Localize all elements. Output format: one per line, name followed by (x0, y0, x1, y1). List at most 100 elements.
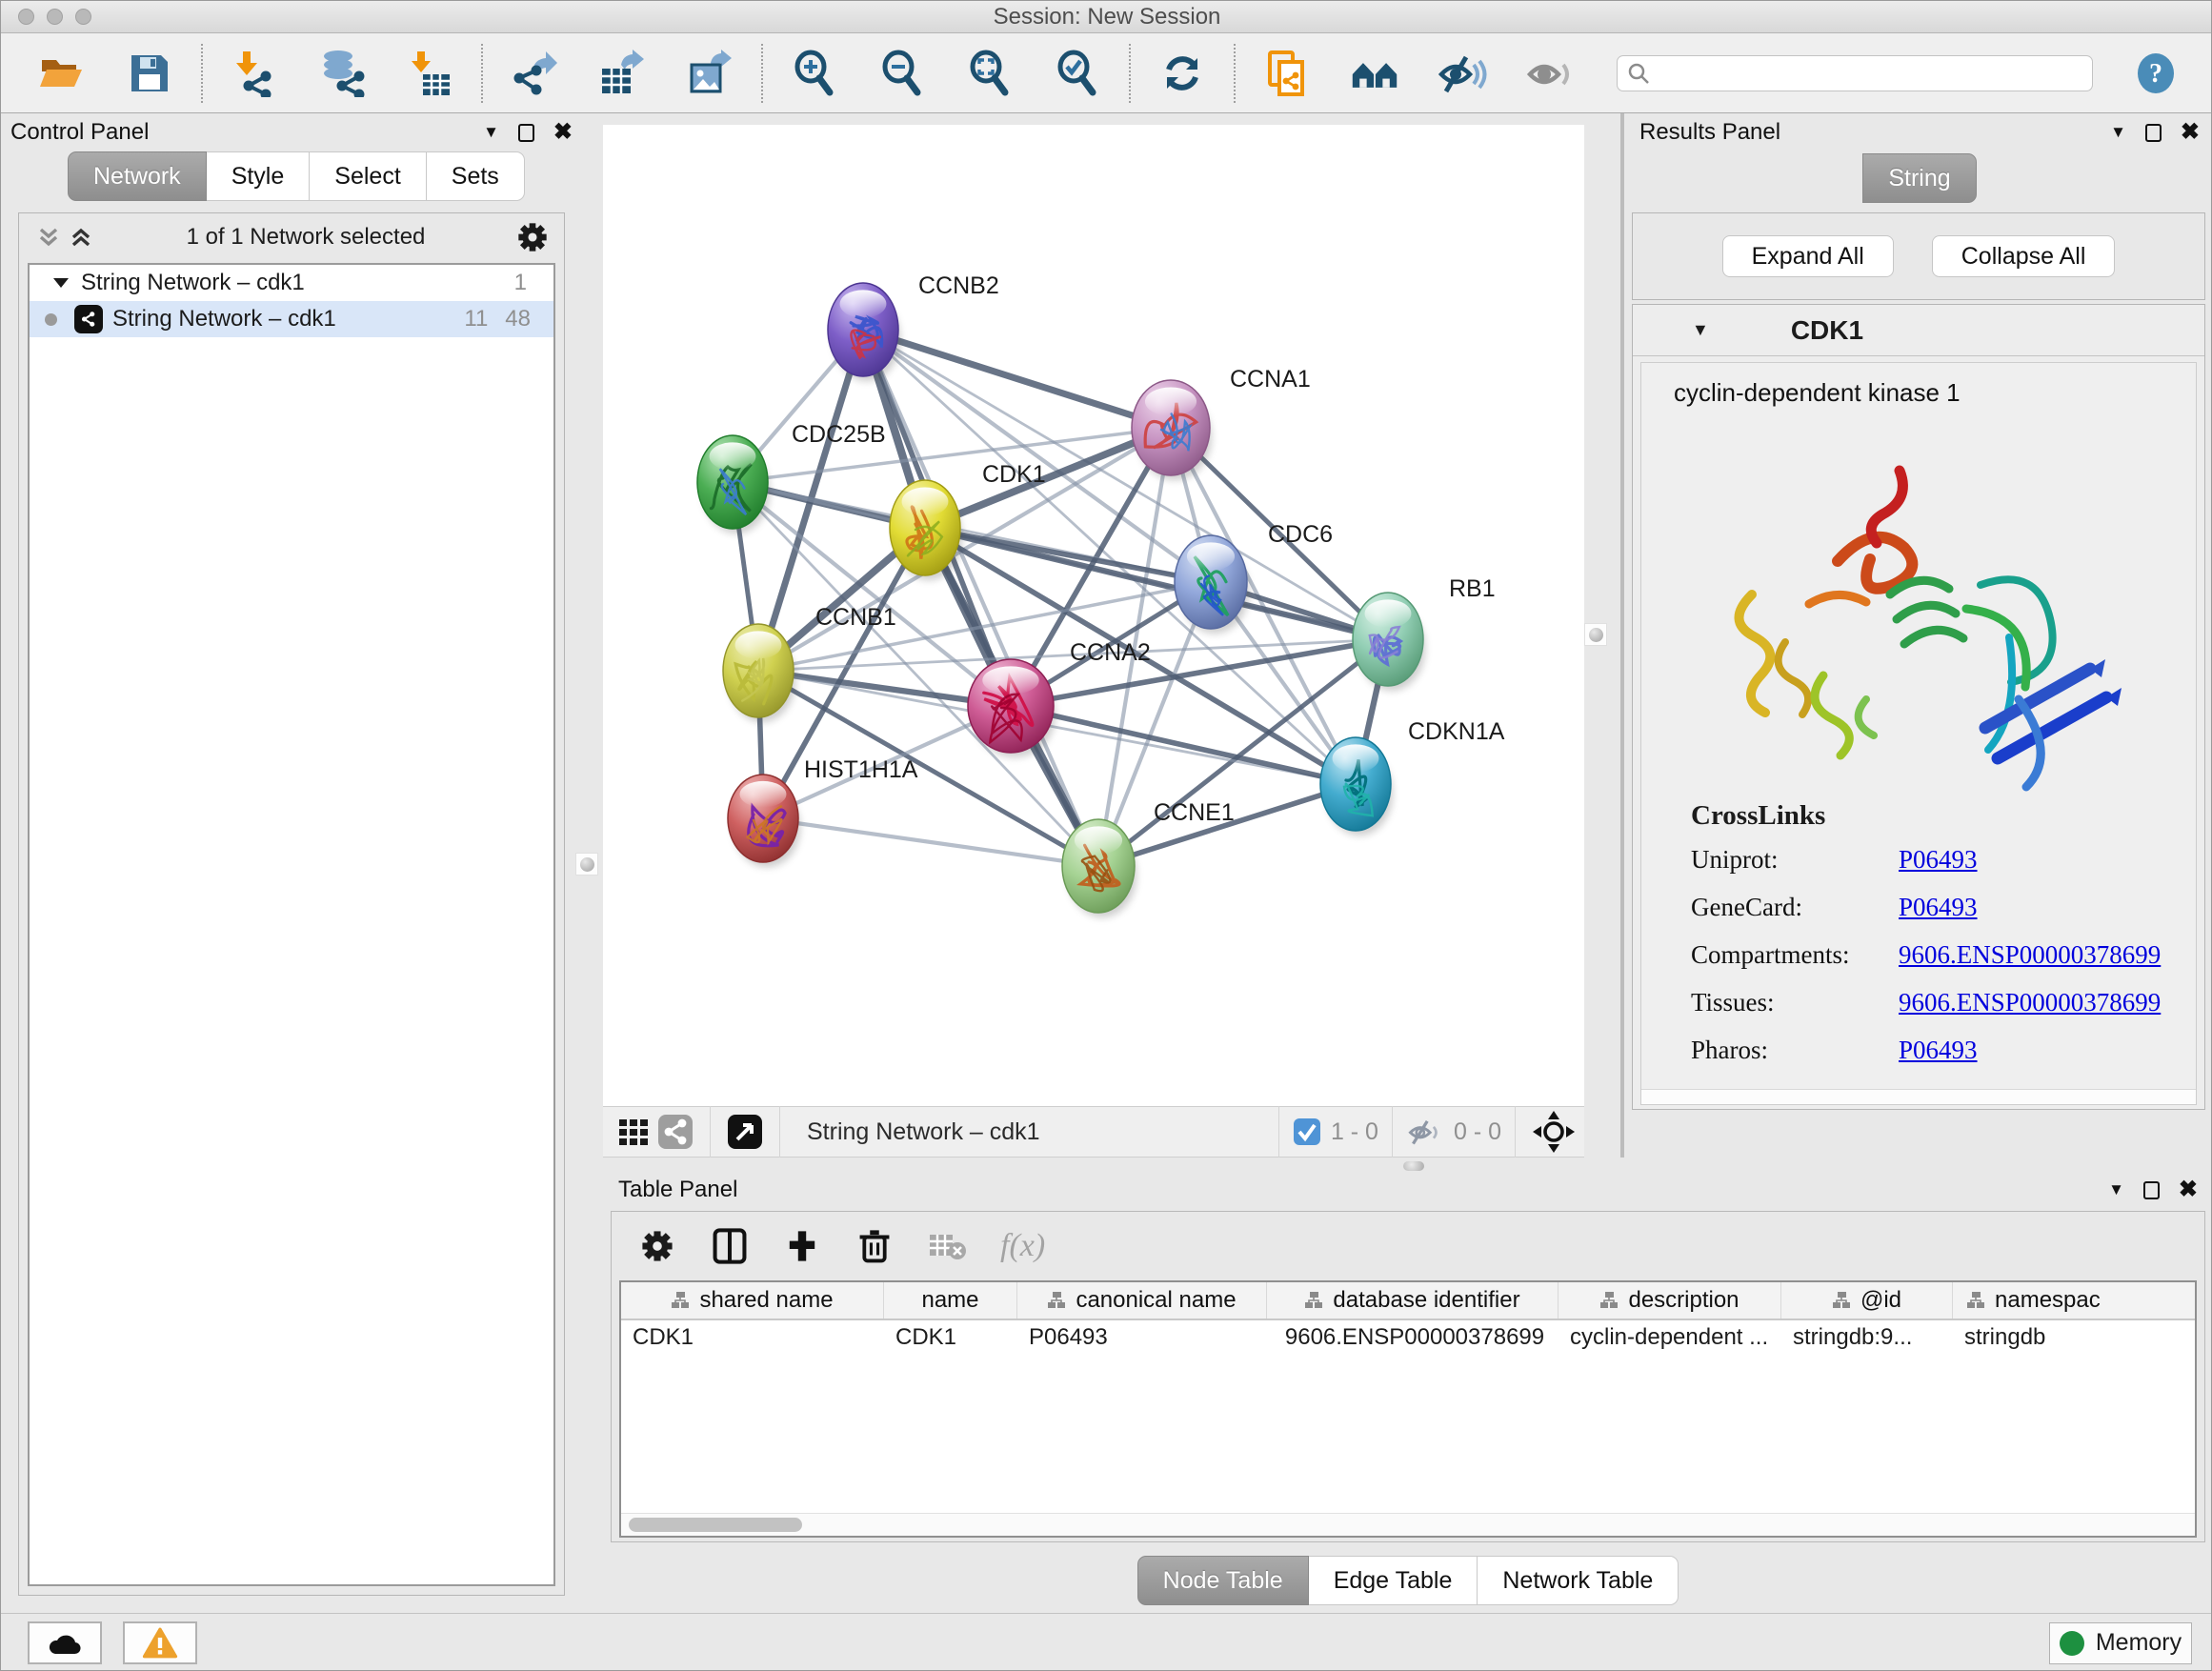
float-panel-icon[interactable] (2143, 1181, 2160, 1199)
horizontal-splitter[interactable] (603, 1158, 2212, 1175)
network-node-cdkn1a[interactable] (1320, 737, 1393, 836)
open-session-button[interactable] (37, 49, 87, 98)
hide-selected-button[interactable] (1438, 49, 1487, 98)
import-network-button[interactable] (230, 49, 279, 98)
memory-button[interactable]: Memory (2049, 1622, 2192, 1664)
network-node-cdk1[interactable] (890, 480, 962, 580)
left-splitter[interactable] (573, 113, 603, 1613)
column-header[interactable]: database identifier (1267, 1282, 1558, 1319)
network-node-cdc25b[interactable] (697, 435, 770, 534)
scrollbar-thumb[interactable] (629, 1518, 802, 1532)
network-node-rb1[interactable] (1353, 593, 1425, 691)
tissues-link[interactable]: 9606.ENSP00000378699 (1899, 988, 2161, 1017)
network-edge[interactable] (1011, 706, 1356, 784)
cell-shared-name[interactable]: CDK1 (621, 1320, 884, 1357)
cell-canonical-name[interactable]: P06493 (1017, 1320, 1267, 1357)
expand-all-button[interactable]: Expand All (1722, 235, 1894, 277)
panel-menu-icon[interactable]: ▼ (2110, 123, 2126, 142)
close-panel-icon[interactable]: ✖ (553, 121, 573, 144)
show-columns-icon[interactable] (711, 1227, 749, 1265)
table-horizontal-scrollbar[interactable] (621, 1513, 2195, 1536)
close-panel-icon[interactable]: ✖ (2179, 1178, 2198, 1201)
column-header[interactable]: name (884, 1282, 1017, 1319)
cell-namespace[interactable]: stringdb (1953, 1320, 2195, 1357)
cell-name[interactable]: CDK1 (884, 1320, 1017, 1357)
network-view-share-icon[interactable] (654, 1111, 696, 1153)
show-all-button[interactable] (1525, 49, 1575, 98)
add-column-icon[interactable] (783, 1227, 821, 1265)
export-image-button[interactable] (685, 49, 734, 98)
close-panel-icon[interactable]: ✖ (2181, 121, 2200, 144)
selected-checkbox-icon[interactable] (1293, 1117, 1321, 1146)
section-expander-icon[interactable]: ▼ (1692, 320, 1709, 340)
grid-view-icon[interactable] (613, 1111, 654, 1153)
birdseye-navigator-icon[interactable] (1529, 1109, 1579, 1155)
network-node-cdc6[interactable] (1175, 535, 1249, 634)
column-header[interactable]: description (1558, 1282, 1781, 1319)
refresh-button[interactable] (1157, 49, 1207, 98)
zoom-fit-button[interactable] (965, 49, 1015, 98)
collapse-tree-icon[interactable] (65, 221, 97, 253)
network-node-ccnb2[interactable] (828, 283, 900, 381)
zoom-out-button[interactable] (877, 49, 927, 98)
cloud-button[interactable] (28, 1621, 102, 1664)
network-edge[interactable] (863, 330, 1171, 428)
cell-id[interactable]: stringdb:9... (1781, 1320, 1953, 1357)
tab-sets[interactable]: Sets (427, 151, 525, 201)
first-neighbors-button[interactable] (1350, 49, 1399, 98)
detach-view-icon[interactable] (724, 1111, 766, 1153)
zoom-selected-button[interactable] (1053, 49, 1102, 98)
export-network-button[interactable] (510, 49, 559, 98)
tab-node-table[interactable]: Node Table (1137, 1556, 1309, 1605)
warnings-button[interactable] (123, 1621, 197, 1664)
expand-tree-icon[interactable] (32, 221, 65, 253)
right-splitter[interactable] (1584, 113, 1624, 1158)
delete-table-icon[interactable] (928, 1227, 966, 1265)
float-panel-icon[interactable] (2145, 124, 2162, 142)
export-table-button[interactable] (597, 49, 647, 98)
right-splitter-handle[interactable] (1584, 623, 1607, 646)
zoom-in-button[interactable] (790, 49, 839, 98)
table-options-gear-icon[interactable] (638, 1227, 676, 1265)
panel-menu-icon[interactable]: ▼ (2108, 1180, 2124, 1199)
import-table-button[interactable] (405, 49, 454, 98)
network-node-ccna1[interactable] (1132, 380, 1212, 480)
network-edge[interactable] (863, 330, 1098, 866)
column-header[interactable]: canonical name (1017, 1282, 1267, 1319)
tree-expander-icon[interactable] (52, 276, 70, 290)
import-network-database-button[interactable] (317, 49, 367, 98)
left-splitter-handle[interactable] (575, 853, 598, 876)
network-options-gear-icon[interactable] (514, 219, 551, 255)
network-edge[interactable] (763, 818, 1098, 866)
cell-description[interactable]: cyclin-dependent ... (1558, 1320, 1781, 1357)
uniprot-link[interactable]: P06493 (1899, 845, 1978, 875)
network-node-ccnb1[interactable] (723, 624, 795, 722)
delete-column-icon[interactable] (855, 1227, 894, 1265)
network-node-hist1h1a[interactable] (728, 775, 800, 867)
help-button[interactable]: ? (2131, 49, 2181, 98)
tab-string[interactable]: String (1862, 153, 1976, 203)
column-header[interactable]: shared name (621, 1282, 884, 1319)
column-header[interactable]: namespac (1953, 1282, 2195, 1319)
clone-network-button[interactable] (1262, 49, 1312, 98)
search-input[interactable] (1658, 61, 2082, 86)
save-session-button[interactable] (125, 49, 174, 98)
float-panel-icon[interactable] (518, 124, 534, 142)
network-row-selected[interactable]: String Network – cdk1 11 48 (30, 301, 553, 337)
column-header[interactable]: @id (1781, 1282, 1953, 1319)
table-row[interactable]: CDK1 CDK1 P06493 9606.ENSP00000378699 cy… (621, 1320, 2195, 1357)
tab-network[interactable]: Network (68, 151, 207, 201)
pharos-link[interactable]: P06493 (1899, 1036, 1978, 1065)
network-canvas[interactable]: CCNB2CCNA1CDC25BCDK1CDC6RB1CCNB1CCNA2CDK… (603, 125, 1584, 1106)
cell-database-identifier[interactable]: 9606.ENSP00000378699 (1267, 1320, 1558, 1357)
network-collection-row[interactable]: String Network – cdk1 1 (30, 265, 553, 301)
tab-select[interactable]: Select (310, 151, 426, 201)
tab-style[interactable]: Style (207, 151, 311, 201)
panel-menu-icon[interactable]: ▼ (483, 123, 499, 142)
horizontal-splitter-handle[interactable] (1403, 1161, 1424, 1171)
tab-network-table[interactable]: Network Table (1478, 1556, 1679, 1605)
results-scrollbar[interactable] (1641, 1089, 2196, 1104)
function-builder-icon[interactable]: f(x) (1000, 1228, 1045, 1264)
compartments-link[interactable]: 9606.ENSP00000378699 (1899, 940, 2161, 970)
collapse-all-button[interactable]: Collapse All (1932, 235, 2116, 277)
